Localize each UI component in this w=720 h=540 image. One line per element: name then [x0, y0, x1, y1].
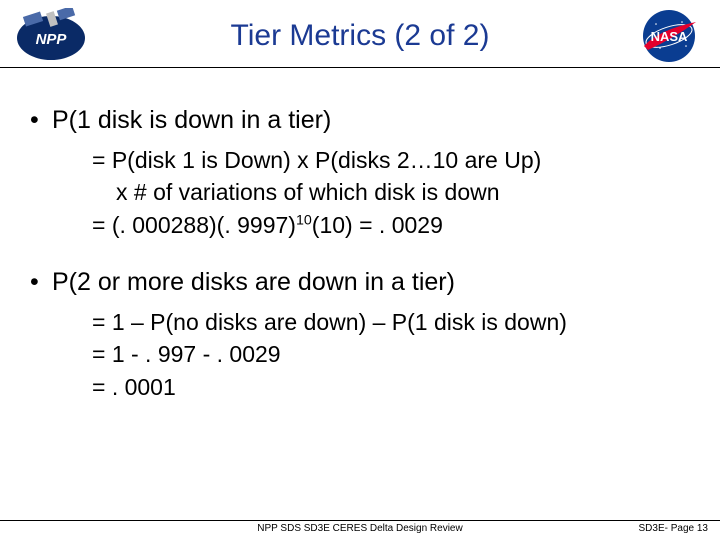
slide-content: P(1 disk is down in a tier) = P(disk 1 i… [0, 68, 720, 402]
nasa-logo: NASA [630, 8, 708, 64]
bullet-2-line-2: = 1 - . 997 - . 0029 [28, 339, 692, 369]
bullet-1: P(1 disk is down in a tier) [28, 106, 692, 135]
footer-page-number: SD3E- Page 13 [639, 523, 709, 534]
bullet-2-line-1: = 1 – P(no disks are down) – P(1 disk is… [28, 307, 692, 337]
slide-title: Tier Metrics (2 of 2) [90, 19, 630, 53]
svg-text:NPP: NPP [36, 31, 68, 48]
slide-footer: NPP SDS SD3E CERES Delta Design Review S… [0, 520, 720, 534]
bullet-1-line-3: = (. 000288)(. 9997)10(10) = . 0029 [28, 210, 692, 240]
slide-header: NPP Tier Metrics (2 of 2) NASA [0, 0, 720, 68]
bullet-1-line-2: x # of variations of which disk is down [28, 177, 692, 207]
npp-logo: NPP [12, 8, 90, 64]
footer-center-text: NPP SDS SD3E CERES Delta Design Review [0, 523, 720, 534]
svg-text:NASA: NASA [651, 29, 688, 44]
bullet-2: P(2 or more disks are down in a tier) [28, 268, 692, 297]
bullet-2-line-3: = . 0001 [28, 372, 692, 402]
bullet-2-text: P(2 or more disks are down in a tier) [52, 268, 455, 296]
bullet-1-line-1: = P(disk 1 is Down) x P(disks 2…10 are U… [28, 145, 692, 175]
bullet-1-text: P(1 disk is down in a tier) [52, 106, 331, 134]
